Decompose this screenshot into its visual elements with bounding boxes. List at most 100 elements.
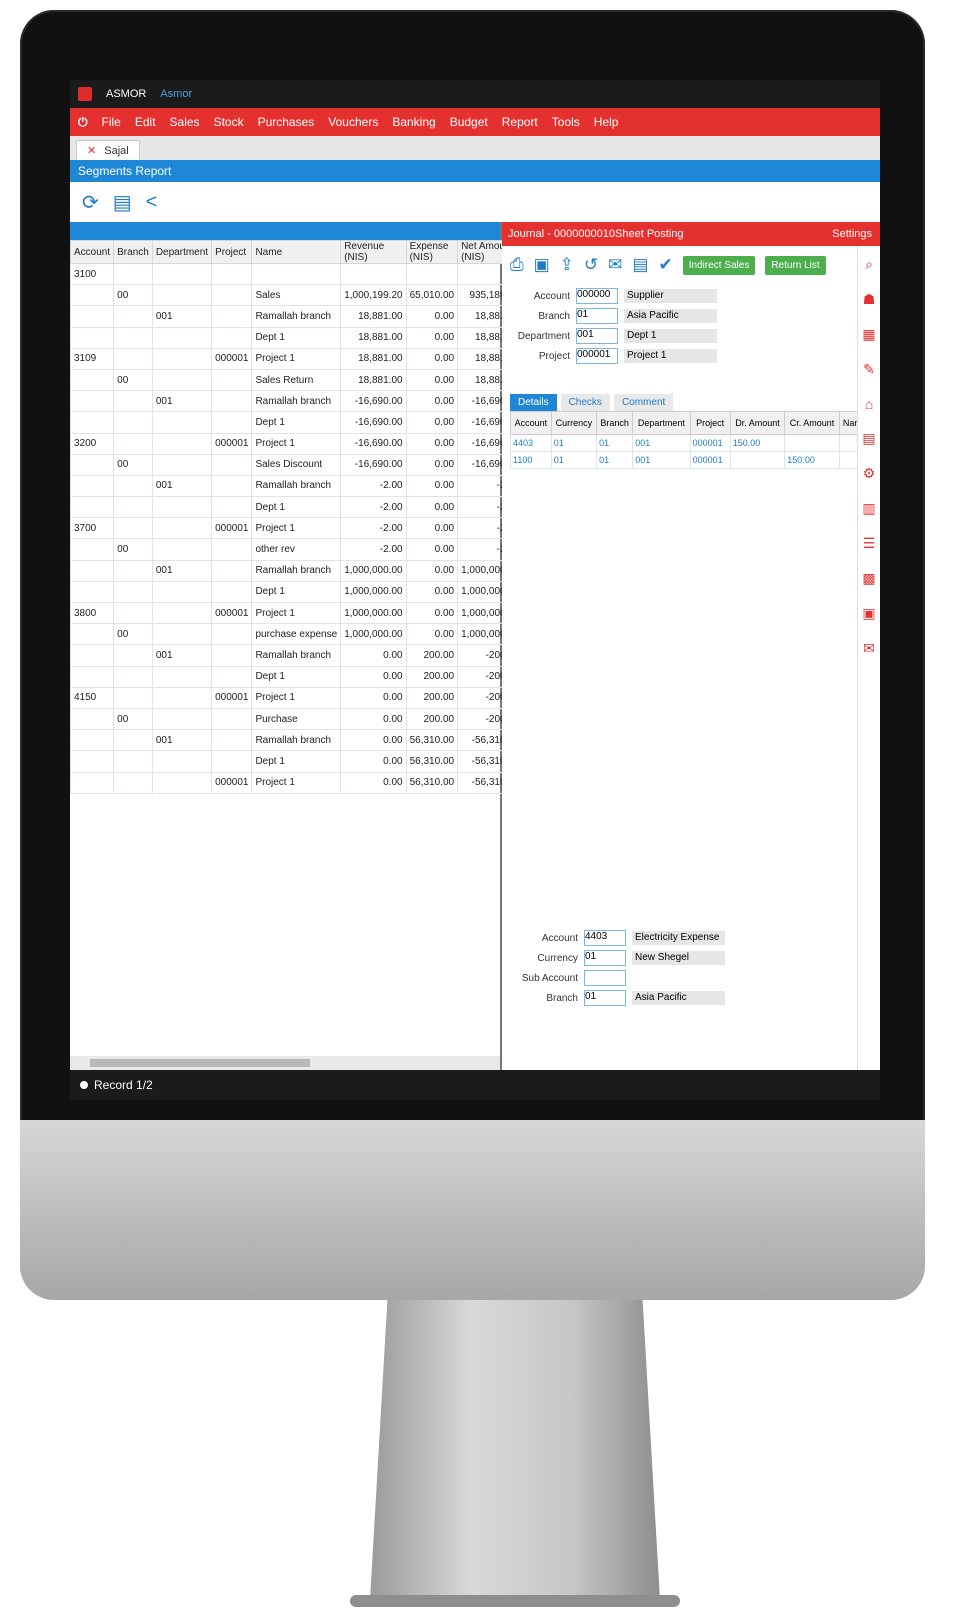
line-branch[interactable]: 01 bbox=[596, 451, 634, 469]
menu-edit[interactable]: Edit bbox=[135, 115, 156, 129]
export-icon[interactable]: ⇪ bbox=[560, 255, 574, 275]
menu-file[interactable]: File bbox=[102, 115, 121, 129]
calendar-icon[interactable]: ▩ bbox=[862, 570, 875, 587]
notes-icon[interactable]: ✉ bbox=[863, 640, 875, 657]
refresh-icon[interactable]: ⟳ bbox=[82, 190, 99, 215]
table-row[interactable]: 00 purchase expense 1,000,000.00 0.00 1,000,… bbox=[70, 623, 524, 646]
table-row[interactable]: Dept 10.00200.00-200.00 bbox=[70, 665, 524, 688]
share-icon[interactable]: < bbox=[146, 191, 158, 214]
table-row[interactable]: 3700000001Project 1-2.000.00-2.00 bbox=[70, 517, 524, 540]
col-department[interactable]: Department bbox=[151, 240, 213, 264]
detail-account-input[interactable]: 4403 bbox=[584, 930, 626, 946]
table-row[interactable]: 3200 000001 Project 1 -16,690.00 0.00 -16,690… bbox=[70, 432, 524, 455]
print-icon[interactable]: ⎙ bbox=[510, 255, 524, 275]
return-list-button[interactable]: Return List bbox=[765, 255, 826, 275]
menu-purchases[interactable]: Purchases bbox=[258, 115, 315, 129]
table-row[interactable]: 3800 000001 Project 1 1,000,000.00 0.00 1,000… bbox=[70, 601, 524, 625]
menu-tools[interactable]: Tools bbox=[552, 115, 580, 129]
account-code-input[interactable]: 000000 bbox=[576, 288, 618, 304]
settings-icon[interactable]: ⚙ bbox=[863, 465, 876, 482]
document-icon[interactable]: ▤ bbox=[113, 190, 132, 215]
col-line-cr[interactable]: Cr. Amount bbox=[784, 411, 840, 435]
col-line-account[interactable]: Account bbox=[510, 411, 552, 435]
table-row[interactable]: Dept 1 18,881.00 0.00 18,881.00 bbox=[70, 326, 524, 349]
chart-icon[interactable]: ▦ bbox=[862, 326, 875, 343]
table-row[interactable]: 4150000001Project 10.00200.00-200.00 bbox=[70, 686, 524, 709]
table-row[interactable]: 00 Sales 1,000,199.20 65,010.00 935,189.20 bbox=[70, 284, 524, 307]
horizontal-scrollbar[interactable] bbox=[70, 1056, 500, 1070]
col-expense[interactable]: Expense (NIS) bbox=[405, 240, 459, 264]
table-row[interactable]: 001 Ramallah branch 1,000,000.00 0.00 1,000,… bbox=[70, 559, 524, 582]
line-cr[interactable]: 150.00 bbox=[784, 451, 840, 469]
menu-report[interactable]: Report bbox=[502, 115, 538, 129]
line-account[interactable]: 4403 bbox=[510, 434, 552, 452]
table-row[interactable]: 000001 Project 1 0.00 56,310.00 -56,310.00 bbox=[70, 771, 524, 794]
indirect-sales-button[interactable]: Indirect Sales bbox=[682, 255, 756, 275]
menu-stock[interactable]: Stock bbox=[214, 115, 244, 129]
table-row[interactable]: 3100 bbox=[70, 262, 524, 286]
line-department[interactable]: 001 bbox=[632, 451, 691, 469]
col-project[interactable]: Project bbox=[211, 240, 253, 264]
bank-icon[interactable]: ⌂ bbox=[865, 396, 873, 412]
line-currency[interactable]: 01 bbox=[550, 434, 598, 452]
line-branch[interactable]: 01 bbox=[596, 434, 634, 452]
menu-sales[interactable]: Sales bbox=[170, 115, 200, 129]
tab-close-icon[interactable]: ✕ bbox=[87, 145, 96, 157]
table-row[interactable]: Dept 1 0.00 56,310.00 -56,310.00 bbox=[70, 750, 524, 773]
detail-branch-input[interactable]: 01 bbox=[584, 990, 626, 1006]
edit-icon[interactable]: ✎ bbox=[863, 361, 875, 378]
line-currency[interactable]: 01 bbox=[550, 451, 598, 469]
table-row[interactable]: 00other rev-2.000.00-2.00 bbox=[70, 538, 524, 561]
menu-help[interactable]: Help bbox=[594, 115, 619, 129]
table-row[interactable]: 00 Sales Return 18,881.00 0.00 18,881.00 bbox=[70, 368, 524, 392]
check-icon[interactable]: ✔ bbox=[658, 255, 672, 275]
table-row[interactable]: 001Ramallah branch-2.000.00-2.00 bbox=[70, 474, 524, 498]
journal-settings[interactable]: Settings bbox=[832, 228, 880, 240]
menu-banking[interactable]: Banking bbox=[392, 115, 435, 129]
tab-comment[interactable]: Comment bbox=[613, 394, 674, 411]
line-department[interactable]: 001 bbox=[632, 434, 691, 452]
table-row[interactable]: 00Purchase0.00200.00-200.00 bbox=[70, 707, 524, 731]
detail-subaccount-input[interactable] bbox=[584, 970, 626, 986]
users-icon[interactable]: ☗ bbox=[863, 291, 876, 308]
col-line-currency[interactable]: Currency bbox=[550, 411, 598, 435]
line-cr[interactable] bbox=[784, 434, 840, 452]
col-line-project[interactable]: Project bbox=[689, 411, 731, 435]
mail-icon[interactable]: ✉ bbox=[608, 255, 622, 275]
table-row[interactable]: Dept 1 1,000,000.00 0.00 1,000,000.00 bbox=[70, 580, 524, 604]
line-account[interactable]: 1100 bbox=[510, 451, 552, 469]
department-code-input[interactable]: 001 bbox=[576, 328, 618, 344]
col-line-dr[interactable]: Dr. Amount bbox=[729, 411, 786, 435]
table-row[interactable]: 3109 000001 Project 1 18,881.00 0.00 18,881.0… bbox=[70, 347, 524, 370]
tab-sajal[interactable]: ✕ Sajal bbox=[76, 140, 140, 160]
undo-icon[interactable]: ↺ bbox=[584, 255, 598, 275]
table-row[interactable]: 001 Ramallah branch 0.00 56,310.00 -56,310.0… bbox=[70, 729, 524, 752]
table-row[interactable]: 001 Ramallah branch 18,881.00 0.00 18,881.00 bbox=[70, 305, 524, 328]
report-icon[interactable]: ▤ bbox=[862, 430, 875, 447]
table-row[interactable]: 00 Sales Discount -16,690.00 0.00 -16,690.00 bbox=[70, 453, 524, 476]
col-branch[interactable]: Branch bbox=[113, 240, 153, 264]
table-row[interactable]: 1100 01 01 001 000001 150.00 bbox=[510, 451, 873, 469]
table-row[interactable]: Dept 1-2.000.00-2.00 bbox=[70, 496, 524, 519]
table-row[interactable]: 001 Ramallah branch -16,690.00 0.00 -16,690.… bbox=[70, 390, 524, 413]
list-icon[interactable]: ☰ bbox=[863, 535, 876, 552]
line-dr[interactable]: 150.00 bbox=[729, 434, 786, 452]
project-code-input[interactable]: 000001 bbox=[576, 348, 618, 364]
invoice-icon[interactable]: ▥ bbox=[862, 500, 875, 517]
line-dr[interactable] bbox=[729, 451, 786, 469]
table-row[interactable]: 4403 01 01 001 000001 150.00 bbox=[510, 434, 873, 452]
col-revenue[interactable]: Revenue (NIS) bbox=[340, 240, 407, 264]
copy-icon[interactable]: ▤ bbox=[632, 255, 648, 275]
save-icon[interactable]: ▣ bbox=[534, 255, 550, 275]
tab-details[interactable]: Details bbox=[510, 394, 557, 411]
col-line-department[interactable]: Department bbox=[632, 411, 691, 435]
search-icon[interactable]: ⌕ bbox=[865, 256, 873, 273]
table-row[interactable]: Dept 1 -16,690.00 0.00 -16,690.00 bbox=[70, 411, 524, 434]
line-project[interactable]: 000001 bbox=[689, 434, 731, 452]
table-row[interactable]: 001Ramallah branch0.00200.00-200.00 bbox=[70, 644, 524, 667]
detail-currency-input[interactable]: 01 bbox=[584, 950, 626, 966]
col-name[interactable]: Name bbox=[251, 240, 342, 264]
menu-vouchers[interactable]: Vouchers bbox=[328, 115, 378, 129]
col-line-branch[interactable]: Branch bbox=[596, 411, 634, 435]
tab-checks[interactable]: Checks bbox=[560, 394, 610, 411]
